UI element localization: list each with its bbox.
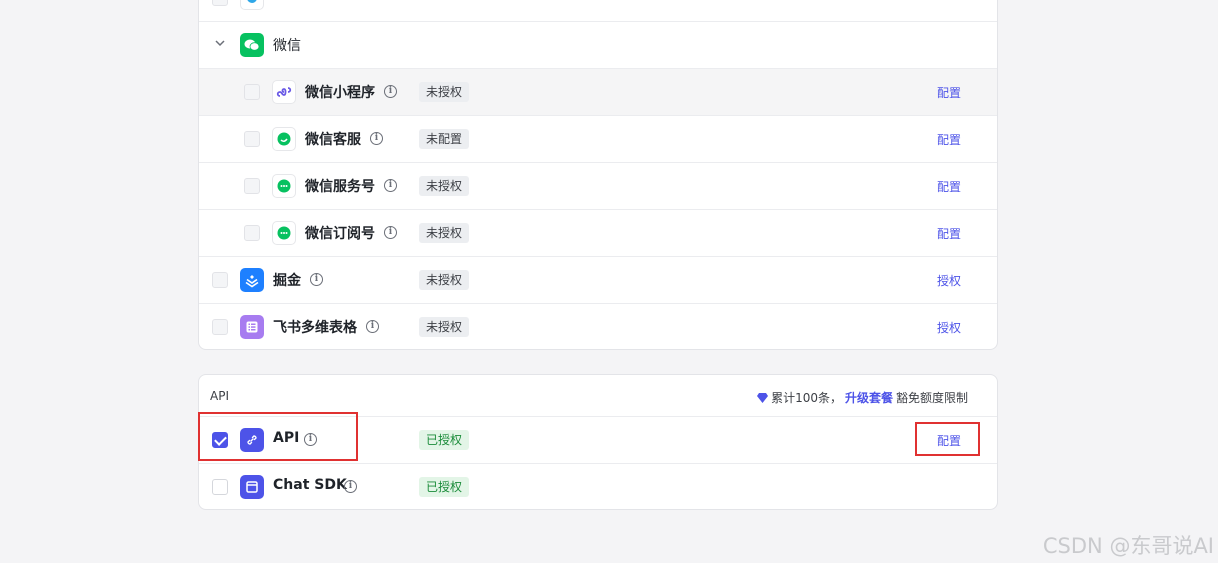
info-icon[interactable]: i (384, 85, 397, 98)
authorize-link[interactable]: 授权 (937, 319, 961, 336)
quota-notice: 累计100条， 升级套餐 豁免额度限制 (757, 389, 968, 406)
channel-row-wechat-official-service: 微信服务号 i 未授权 配置 (199, 162, 997, 209)
row-checkbox[interactable] (244, 225, 260, 241)
channel-name: 微信客服 (305, 132, 361, 148)
channel-name: 飞书多维表格 (273, 320, 357, 336)
status-badge: 未授权 (419, 270, 470, 290)
info-icon[interactable]: i (310, 273, 323, 286)
info-icon[interactable]: i (344, 480, 357, 493)
channel-row-wechat-service: 微信客服 i 未配置 配置 (199, 115, 997, 162)
authorize-link[interactable]: 授权 (937, 272, 961, 289)
info-icon[interactable]: i (384, 226, 397, 239)
row-checkbox[interactable] (212, 0, 228, 6)
miniprogram-icon (272, 80, 296, 104)
status-badge: 已授权 (419, 477, 470, 497)
info-icon[interactable]: i (384, 179, 397, 192)
wechat-chat-icon (272, 174, 296, 198)
channel-name: Chat SDK (273, 477, 347, 493)
feishu-bitable-icon (240, 315, 264, 339)
highlight-box-api (198, 412, 358, 461)
channel-row-wechat-subscription: 微信订阅号 i 未授权 配置 (199, 209, 997, 256)
status-badge: 未授权 (419, 317, 470, 337)
wechat-icon (240, 33, 264, 57)
juejin-icon (240, 268, 264, 292)
watermark: CSDN @东哥说AI (1042, 534, 1214, 558)
row-checkbox[interactable] (244, 178, 260, 194)
wechat-group-row[interactable]: 微信 (199, 21, 997, 68)
row-checkbox[interactable] (212, 319, 228, 335)
channel-name: 微信订阅号 (305, 226, 375, 242)
api-section-header: API 累计100条， 升级套餐 豁免额度限制 (199, 375, 997, 416)
chat-sdk-window-icon (240, 475, 264, 499)
channel-name: 微信小程序 (305, 85, 375, 101)
highlight-box-configure (915, 422, 980, 456)
section-title: API (210, 389, 229, 403)
configure-link[interactable]: 配置 (937, 225, 961, 242)
configure-link[interactable]: 配置 (937, 84, 961, 101)
row-checkbox[interactable] (212, 272, 228, 288)
channel-row-wechat-miniprogram[interactable]: 微信小程序 i 未授权 配置 (199, 68, 997, 115)
partial-channel-icon (240, 0, 264, 10)
quota-suffix: 豁免额度限制 (895, 391, 968, 405)
row-checkbox[interactable] (244, 131, 260, 147)
info-icon[interactable]: i (366, 320, 379, 333)
wechat-group-label: 微信 (273, 38, 301, 54)
info-icon[interactable]: i (370, 132, 383, 145)
channels-card: 微信 微信小程序 i 未授权 配置 微信客服 i 未配置 配置 微信服务号 i … (198, 0, 998, 350)
upgrade-plan-link[interactable]: 升级套餐 (845, 389, 893, 406)
status-badge: 未配置 (419, 129, 470, 149)
row-checkbox[interactable] (244, 84, 260, 100)
channel-row-feishu-bitable: 飞书多维表格 i 未授权 授权 (199, 303, 997, 349)
channel-name: 微信服务号 (305, 179, 375, 195)
status-badge: 未授权 (419, 82, 470, 102)
channel-row-juejin: 掘金 i 未授权 授权 (199, 256, 997, 303)
channel-row-chat-sdk: Chat SDK i 已授权 (199, 463, 997, 509)
diamond-icon (757, 392, 769, 403)
configure-link[interactable]: 配置 (937, 131, 961, 148)
configure-link[interactable]: 配置 (937, 178, 961, 195)
status-badge: 未授权 (419, 176, 470, 196)
status-badge: 已授权 (419, 430, 470, 450)
wechat-chat-icon (272, 221, 296, 245)
channel-row-partial (199, 0, 997, 22)
channel-name: 掘金 (273, 273, 301, 289)
wechat-service-icon (272, 127, 296, 151)
status-badge: 未授权 (419, 223, 470, 243)
chevron-down-icon[interactable] (213, 36, 227, 50)
chat-sdk-checkbox[interactable] (212, 479, 228, 495)
quota-text: 累计100条， (771, 391, 842, 405)
